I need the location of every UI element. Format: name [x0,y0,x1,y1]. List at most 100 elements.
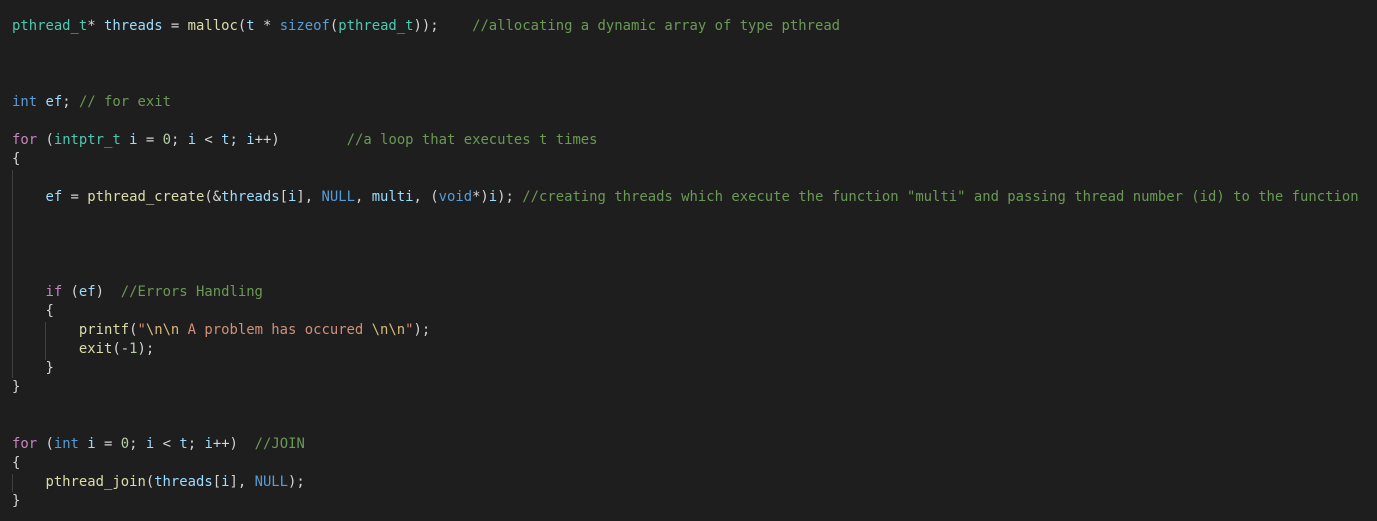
code-token: < [154,436,180,452]
code-line[interactable]: } [12,359,54,378]
code-token: t [221,132,230,148]
code-line[interactable]: exit(-1); [12,340,154,359]
code-token: ( [62,284,79,300]
code-token: ef [45,94,63,110]
code-token: exit [78,341,113,357]
code-token: ) [95,284,121,300]
code-token: [ [212,474,222,490]
code-token: { [12,151,21,167]
code-token: = [162,18,188,34]
code-token: (& [204,189,222,205]
code-token: (- [112,341,130,357]
code-token: i [87,436,96,452]
code-token: ef [78,284,96,300]
code-token: , [354,189,372,205]
code-token: ( [329,18,339,34]
code-token: } [12,379,21,395]
code-line[interactable]: { [12,150,20,169]
code-token: ++) [212,436,255,452]
code-token: * [254,18,280,34]
code-token: ], [229,474,255,490]
code-token: ( [237,18,247,34]
code-token: ], [296,189,322,205]
code-line[interactable]: pthread_t* threads = malloc(t * sizeof(p… [12,17,840,36]
code-token: threads [221,189,280,205]
code-token: malloc [187,18,238,34]
code-token: ; [129,436,146,452]
code-token: ); [413,322,431,338]
code-token: NULL [321,189,355,205]
code-token: 0 [120,436,130,452]
code-comment: // for exit [78,94,171,110]
code-token: printf [78,322,130,338]
code-line[interactable]: if (ef) //Errors Handling [12,283,263,302]
code-token: int [53,436,79,452]
code-line[interactable]: ef = pthread_create(&threads[ i], NULL, m… [12,188,1359,207]
code-token: , ( [413,189,439,205]
code-token: ; [229,132,247,148]
code-token: pthread_t [12,18,88,34]
code-token: NULL [254,474,289,490]
code-token: ; [170,132,188,148]
code-line[interactable]: } [12,492,20,511]
code-comment: //creating threads which execute the fun… [522,189,1359,205]
code-token: pthread_t [338,18,414,34]
code-token: pthread_join [45,474,146,490]
code-token: threads [104,18,163,34]
code-token: t [179,436,188,452]
code-token: } [12,493,21,509]
code-token: threads [154,474,213,490]
code-line[interactable]: int ef; // for exit [12,93,171,112]
code-line[interactable]: printf("\n\n A problem has occured \n\n"… [12,321,430,340]
code-line[interactable]: pthread_join(threads[i], NULL); [12,473,304,492]
code-line[interactable]: } [12,378,20,397]
code-line[interactable]: { [12,302,53,321]
code-token: ); [137,341,155,357]
code-token: i [246,132,255,148]
code-comment: //Errors Handling [120,284,263,300]
code-token: multi [371,189,414,205]
code-token: ++) [254,132,347,148]
code-token: *) [472,189,489,205]
code-token: = [137,132,163,148]
code-token: ; [62,94,79,110]
code-token: \n\n [371,322,406,338]
code-comment: //allocating a dynamic array of type pth… [472,18,841,34]
code-comment: //a loop that executes t times [346,132,598,148]
code-token: if [45,284,63,300]
code-token: i [145,436,155,452]
code-token: for [12,436,38,452]
code-token: { [12,455,21,471]
code-token: ef [45,189,63,205]
code-line[interactable]: for (int i = 0; i < t; i++) //JOIN [12,435,305,454]
code-token: ); [497,189,523,205]
code-token: ( [145,474,155,490]
code-token: i [204,436,213,452]
code-token: i [187,132,197,148]
code-token: = [95,436,121,452]
code-token: ( [37,436,54,452]
code-token: } [45,360,54,376]
code-editor[interactable]: pthread_t* threads = malloc(t * sizeof(p… [0,0,1377,521]
code-token: sizeof [279,18,330,34]
code-token: = [62,189,88,205]
code-token: pthread_create [87,189,205,205]
code-line[interactable]: for (intptr_t i = 0; i < t; i++) //a loo… [12,131,598,150]
code-token: int [12,94,38,110]
code-token: t [246,18,255,34]
code-token: void [438,189,473,205]
code-line[interactable]: { [12,454,20,473]
code-token: for [12,132,38,148]
code-token: i [488,189,498,205]
code-token: 0 [162,132,171,148]
code-token: " [137,322,146,338]
code-token: ( [37,132,54,148]
code-token: [ [279,189,289,205]
